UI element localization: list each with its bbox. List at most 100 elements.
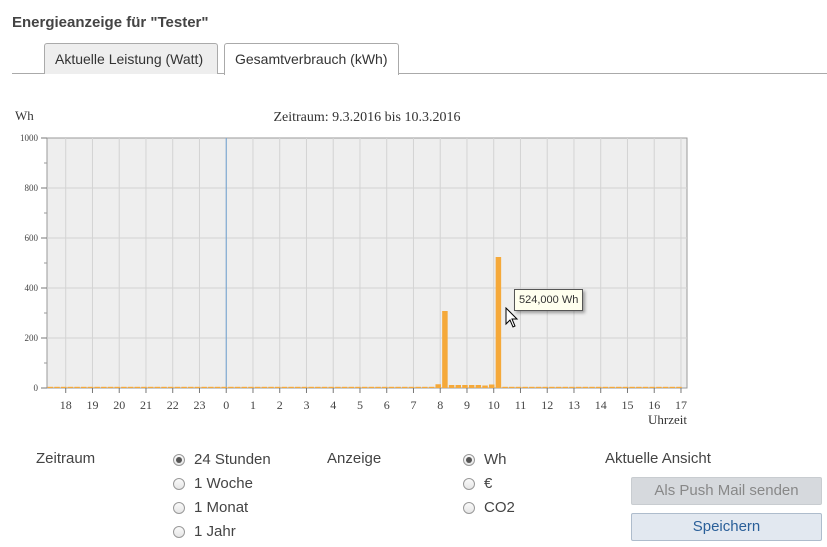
chart-bar xyxy=(254,386,261,388)
y-axis-label: Wh xyxy=(15,108,34,123)
chart-bar xyxy=(328,386,334,388)
chart-bar xyxy=(194,386,201,388)
zeitraum-label: Zeitraum xyxy=(36,450,96,467)
chart-bar xyxy=(121,386,127,388)
chart-bar xyxy=(308,386,314,388)
radio-label: Wh xyxy=(484,451,507,468)
chart-bar xyxy=(676,386,682,388)
chart-bar xyxy=(402,386,408,388)
y-tick-label: 1000 xyxy=(20,133,39,143)
tab-gesamtverbrauch[interactable]: Gesamtverbrauch (kWh) xyxy=(224,43,399,75)
chart-bar xyxy=(154,386,161,388)
radio-label: € xyxy=(484,475,493,492)
radio-checked-icon xyxy=(173,453,185,466)
chart-bar xyxy=(595,386,602,388)
chart-bar xyxy=(134,386,141,388)
chart-bar xyxy=(315,386,321,388)
radio-1-woche[interactable]: 1 Woche xyxy=(173,475,253,492)
chart-bar xyxy=(589,386,595,388)
x-tick-label: 19 xyxy=(86,398,98,412)
push-mail-button[interactable]: Als Push Mail senden xyxy=(631,477,822,505)
x-tick-label: 10 xyxy=(488,398,500,412)
x-tick-label: 23 xyxy=(193,398,205,412)
y-tick-label: 600 xyxy=(25,233,39,243)
chart-bar xyxy=(67,386,74,388)
chart-bar xyxy=(174,386,181,388)
y-tick-label: 0 xyxy=(34,383,39,393)
x-tick-label: 20 xyxy=(113,398,125,412)
x-tick-label: 1 xyxy=(250,398,256,412)
chart-bar xyxy=(442,311,448,388)
chart-bar xyxy=(575,386,582,388)
chart-bar xyxy=(502,386,508,388)
chart-bar xyxy=(388,386,395,388)
chart-bar xyxy=(549,386,555,388)
radio-1-jahr[interactable]: 1 Jahr xyxy=(173,523,236,540)
chart-bar xyxy=(435,384,441,388)
chart-bar xyxy=(482,385,488,388)
chart-bar xyxy=(555,386,562,388)
x-tick-label: 18 xyxy=(60,398,72,412)
y-tick-label: 800 xyxy=(25,183,39,193)
x-tick-label: 14 xyxy=(595,398,607,412)
chart-bar xyxy=(529,386,535,388)
chart-bar xyxy=(609,386,615,388)
chart-bar xyxy=(181,386,187,388)
chart-bar xyxy=(662,386,669,388)
radio-co2[interactable]: CO2 xyxy=(463,499,515,516)
chart-bar xyxy=(228,386,234,388)
chart-bar xyxy=(188,386,194,388)
chart-bar xyxy=(361,386,368,388)
chart-bar xyxy=(274,386,281,388)
chart-bar xyxy=(321,386,328,388)
chart-bar xyxy=(488,384,495,388)
chart-bar xyxy=(141,386,147,388)
x-tick-label: 6 xyxy=(384,398,390,412)
chart-bar xyxy=(381,386,388,388)
x-axis-label: Uhrzeit xyxy=(648,412,687,427)
x-tick-label: 3 xyxy=(303,398,309,412)
chart-bar xyxy=(288,386,294,388)
save-button[interactable]: Speichern xyxy=(631,513,822,541)
chart-bar xyxy=(448,385,455,388)
chart-bar xyxy=(622,386,629,388)
chart-bar xyxy=(428,386,435,388)
radio-24-stunden[interactable]: 24 Stunden xyxy=(173,451,271,468)
radio-unchecked-icon xyxy=(173,501,185,514)
x-tick-label: 7 xyxy=(410,398,416,412)
chart-bar xyxy=(261,386,268,388)
radio-label: CO2 xyxy=(484,499,515,516)
chart-bar xyxy=(81,386,87,388)
chart-bar xyxy=(101,386,107,388)
plot-area xyxy=(46,137,688,389)
x-tick-label: 15 xyxy=(621,398,633,412)
radio-euro[interactable]: € xyxy=(463,475,492,492)
chart-bar xyxy=(582,386,589,388)
chart-bar xyxy=(221,386,227,388)
radio-1-monat[interactable]: 1 Monat xyxy=(173,499,248,516)
chart-bar xyxy=(375,386,381,388)
chart-bar xyxy=(87,386,94,388)
chart-tooltip: 524,000 Wh xyxy=(514,289,584,311)
chart-bar xyxy=(602,386,609,388)
chart-bar xyxy=(208,386,214,388)
tab-bar: Aktuelle Leistung (Watt) Gesamtverbrauch… xyxy=(12,43,827,75)
chart-bar xyxy=(301,386,308,388)
chart-bar xyxy=(422,386,428,388)
chart-bar xyxy=(395,386,401,388)
x-tick-label: 11 xyxy=(515,398,527,412)
x-tick-label: 9 xyxy=(464,398,470,412)
radio-unchecked-icon xyxy=(173,477,185,490)
x-tick-label: 21 xyxy=(140,398,152,412)
radio-wh[interactable]: Wh xyxy=(463,451,507,468)
radio-unchecked-icon xyxy=(173,525,185,538)
chart-bar xyxy=(114,386,120,388)
chart-title: Zeitraum: 9.3.2016 bis 10.3.2016 xyxy=(273,110,460,125)
chart-bar xyxy=(636,386,642,388)
chart-bar xyxy=(295,386,301,388)
x-tick-label: 0 xyxy=(223,398,229,412)
y-tick-label: 400 xyxy=(25,283,39,293)
page-title: Energieanzeige für "Tester" xyxy=(12,14,209,31)
tab-aktuelle-leistung[interactable]: Aktuelle Leistung (Watt) xyxy=(44,43,218,74)
chart-bar xyxy=(509,386,515,388)
